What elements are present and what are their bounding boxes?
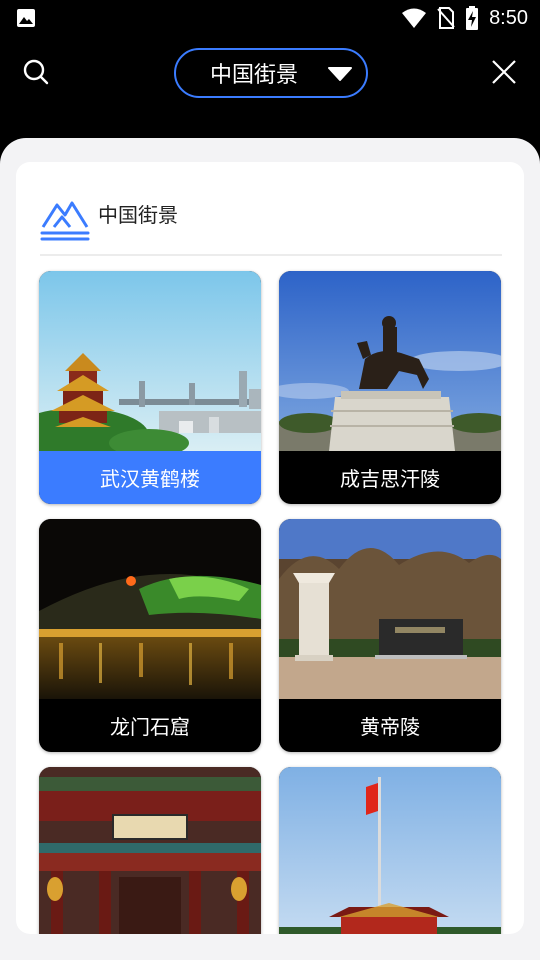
section-title: 中国街景 (98, 202, 178, 227)
tiananmen-photo (279, 767, 501, 934)
region-selector-label: 中国街景 (210, 63, 299, 88)
content-sheet: 中国街景 武汉黄鹤楼 成吉思汗陵 龙门石窟 黄帝陵 (0, 138, 540, 960)
image-icon (17, 9, 35, 27)
close-icon (492, 60, 516, 84)
scenery-tile-5[interactable] (39, 767, 261, 934)
temple-photo (39, 767, 261, 934)
mountain-logo-icon (40, 201, 90, 241)
clock: 8:50 (489, 6, 528, 29)
yellow-crane-tower-photo (39, 271, 261, 451)
section-header: 中国街景 (40, 186, 502, 256)
scenery-tile-3[interactable]: 龙门石窟 (39, 519, 261, 752)
search-icon (23, 59, 49, 85)
search-button[interactable] (20, 56, 52, 88)
huangdi-mausoleum-photo (279, 519, 501, 699)
no-sim-icon (437, 7, 455, 29)
scenery-card: 中国街景 武汉黄鹤楼 成吉思汗陵 龙门石窟 黄帝陵 (16, 162, 524, 934)
tile-label: 武汉黄鹤楼 (39, 451, 261, 504)
wifi-icon (402, 8, 427, 28)
status-bar: 8:50 (0, 0, 540, 36)
scenery-tile-1[interactable]: 武汉黄鹤楼 (39, 271, 261, 504)
battery-charging-icon (466, 6, 479, 30)
scenery-tile-2[interactable]: 成吉思汗陵 (279, 271, 501, 504)
tile-label: 龙门石窟 (110, 715, 190, 739)
region-selector[interactable]: 中国街景 (174, 48, 368, 98)
tile-label: 黄帝陵 (360, 715, 420, 739)
scenery-tile-4[interactable]: 黄帝陵 (279, 519, 501, 752)
genghis-khan-mausoleum-photo (279, 271, 501, 451)
longmen-grottoes-photo (39, 519, 261, 699)
scenery-tile-6[interactable] (279, 767, 501, 934)
close-button[interactable] (488, 56, 520, 88)
caret-down-icon (328, 67, 352, 81)
app-header: 中国街景 (0, 36, 540, 112)
tile-label: 成吉思汗陵 (340, 467, 440, 491)
